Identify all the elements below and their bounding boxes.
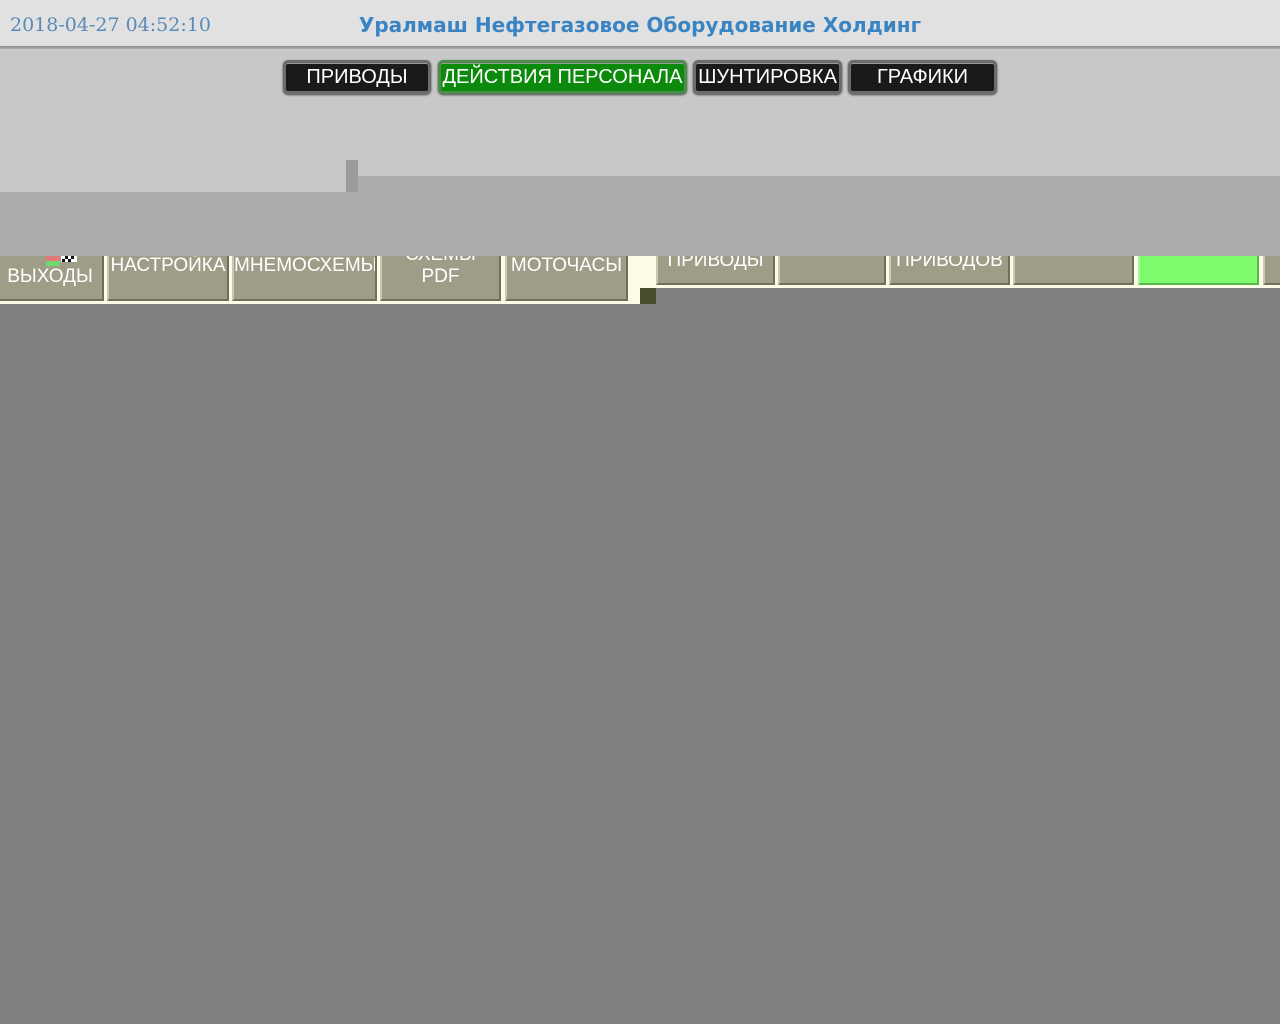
timestamp: 2018-04-27 04:52:10 bbox=[10, 14, 211, 36]
drives-of-label: ПРИВОДОВ bbox=[896, 256, 1003, 271]
toolbar-right: ПРИВОДЫ ПРИВОДОВ bbox=[656, 256, 1280, 288]
band-notch bbox=[346, 160, 358, 192]
nav-button-staff-actions[interactable]: ДЕЙСТВИЯ ПЕРСОНАЛА bbox=[438, 60, 687, 94]
gray-band-top bbox=[358, 176, 1280, 192]
gray-band bbox=[0, 192, 1280, 256]
panel-corner-block bbox=[640, 288, 656, 304]
toolbar-tile-blank-2[interactable] bbox=[1013, 256, 1134, 285]
motohours-label: МОТОЧАСЫ bbox=[510, 256, 623, 276]
nav-button-charts[interactable]: ГРАФИКИ bbox=[848, 60, 997, 94]
title-bar: 2018-04-27 04:52:10 Уралмаш Нефтегазовое… bbox=[0, 0, 1280, 46]
status-indicator-green[interactable] bbox=[1138, 256, 1259, 285]
toolbar-left: ВЫХОДЫ НАСТРОЙКА МНЕМОСХЕМЫ СХЕМЫ PDF МО… bbox=[0, 256, 656, 304]
nav-button-drives[interactable]: ПРИВОДЫ bbox=[283, 60, 431, 94]
drives-label: ПРИВОДЫ bbox=[667, 256, 764, 271]
mnemo-schemes-button[interactable]: МНЕМОСХЕМЫ bbox=[232, 256, 377, 301]
outputs-status-icon bbox=[46, 256, 77, 266]
outputs-button[interactable]: ВЫХОДЫ bbox=[0, 256, 104, 301]
company-title: Уралмаш Нефтегазовое Оборудование Холдин… bbox=[358, 13, 922, 37]
mnemo-schemes-label: МНЕМОСХЕМЫ bbox=[234, 256, 377, 276]
toolbar-tile-blank-1[interactable] bbox=[778, 256, 886, 285]
pdf-schemes-label-top: СХЕМЫ bbox=[382, 256, 499, 266]
settings-label: НАСТРОЙКА bbox=[110, 256, 226, 276]
pdf-schemes-button[interactable]: СХЕМЫ PDF bbox=[380, 256, 501, 301]
drives-of-button[interactable]: ПРИВОДОВ bbox=[889, 256, 1010, 285]
settings-button[interactable]: НАСТРОЙКА bbox=[107, 256, 229, 301]
motohours-button[interactable]: МОТОЧАСЫ bbox=[505, 256, 628, 301]
outputs-label: ВЫХОДЫ bbox=[7, 266, 93, 287]
toolbar-tile-partial[interactable] bbox=[1263, 256, 1280, 285]
pdf-schemes-label-bottom: PDF bbox=[421, 266, 460, 287]
nav-button-bypass[interactable]: ШУНТИРОВКА bbox=[693, 60, 842, 94]
drives-button[interactable]: ПРИВОДЫ bbox=[656, 256, 775, 285]
